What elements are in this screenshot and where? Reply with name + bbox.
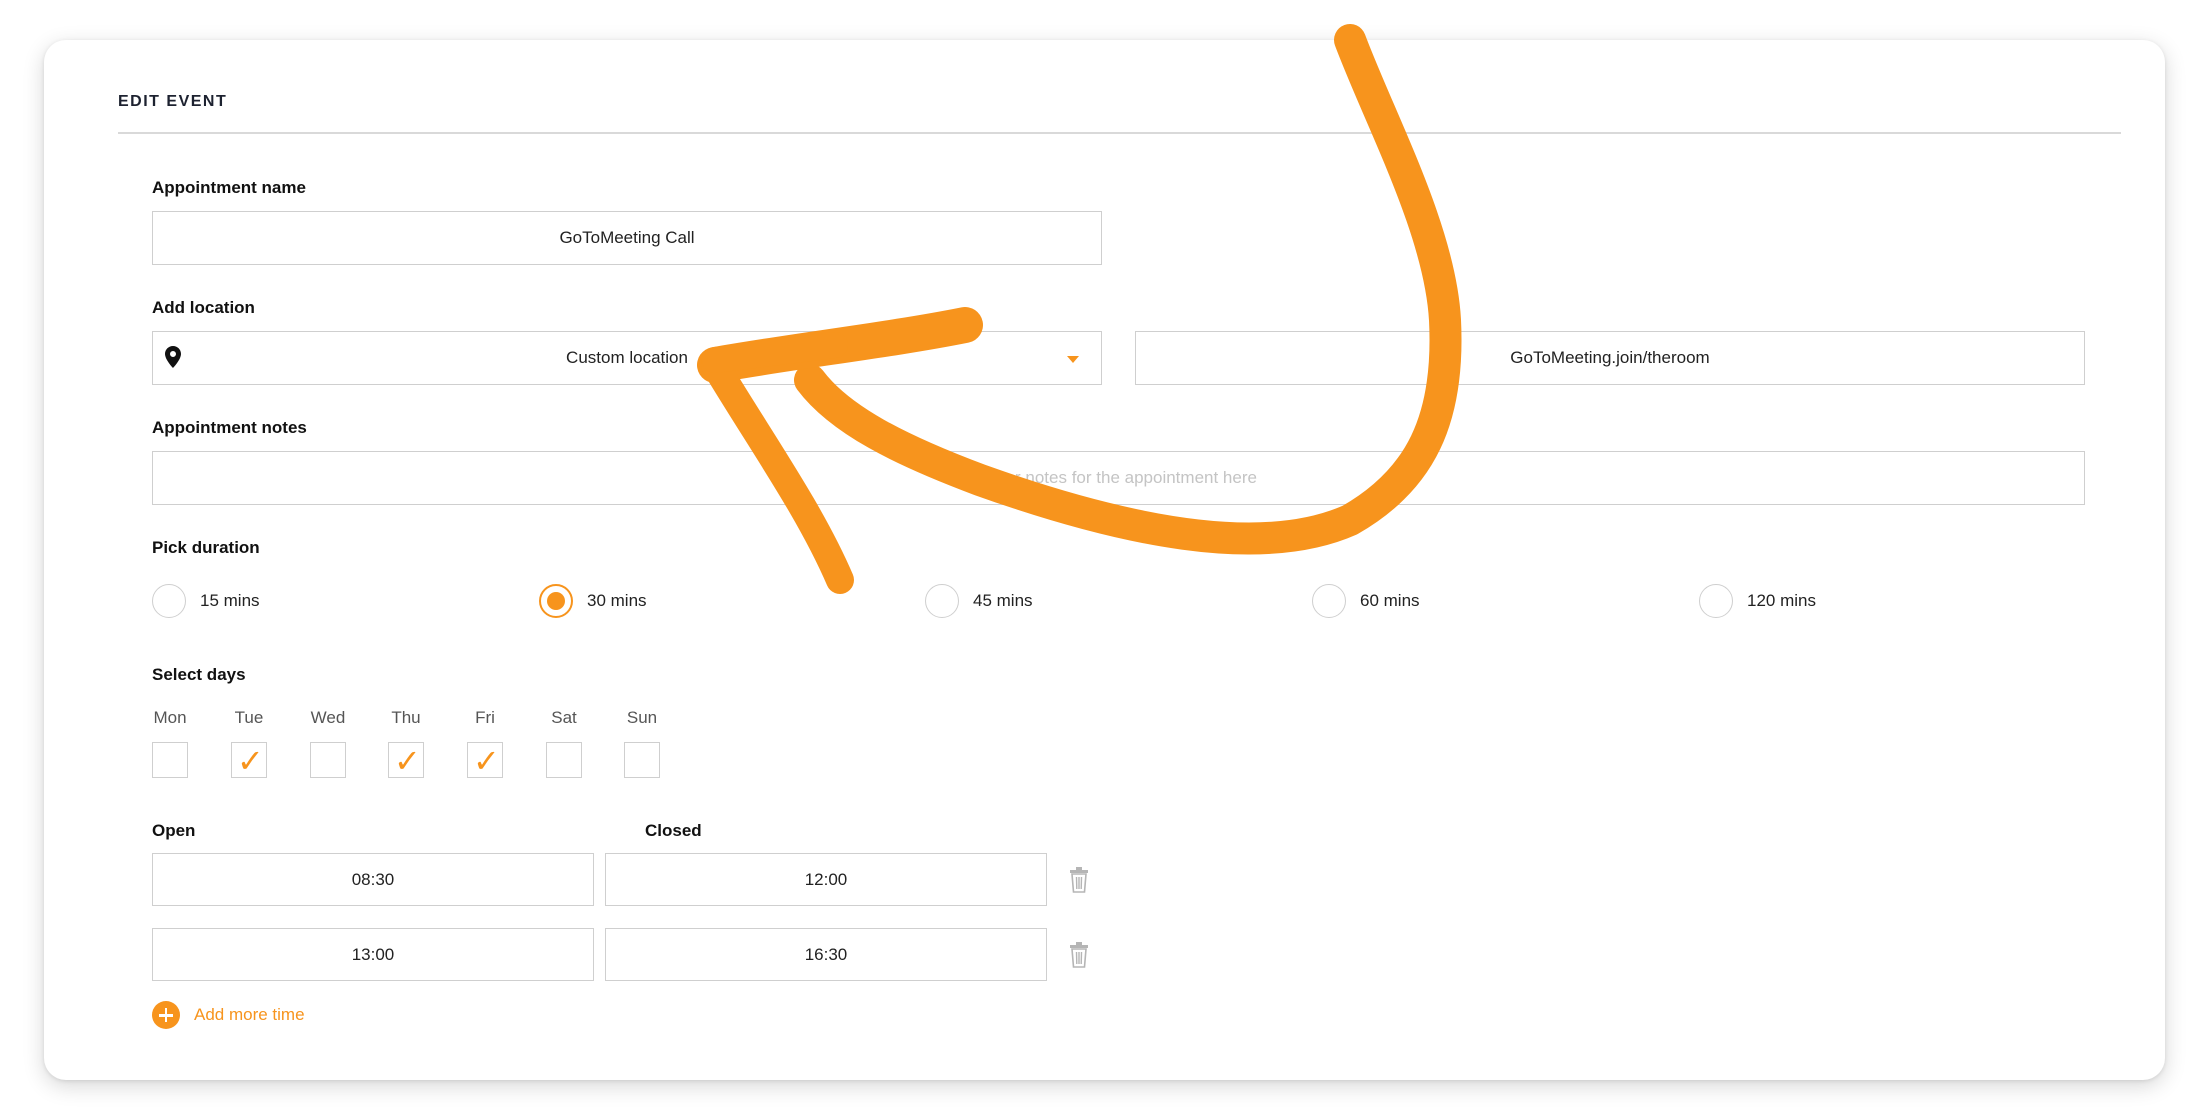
checkmark-icon: ✓ xyxy=(237,742,264,780)
location-type-value: Custom location xyxy=(566,348,688,367)
checkmark-icon: ✓ xyxy=(473,742,500,780)
appointment-name-input[interactable]: GoToMeeting Call xyxy=(152,211,1102,265)
trash-icon[interactable] xyxy=(1069,867,1089,893)
day-checkbox[interactable] xyxy=(310,742,346,778)
add-more-time-label: Add more time xyxy=(194,1005,305,1024)
page-title: EDIT EVENT xyxy=(118,93,228,110)
day-label: Tue xyxy=(234,708,264,727)
duration-label: 45 mins xyxy=(973,591,1033,610)
location-type-select[interactable]: Custom location xyxy=(152,331,1102,385)
open-label: Open xyxy=(152,821,196,840)
select-days-label: Select days xyxy=(152,665,246,684)
duration-option-120[interactable]: 120 mins xyxy=(1699,584,1816,618)
closed-time-input[interactable]: 12:00 xyxy=(605,853,1047,906)
custom-location-value: GoToMeeting.join/theroom xyxy=(1510,348,1710,367)
trash-icon[interactable] xyxy=(1069,942,1089,968)
duration-label: 15 mins xyxy=(200,591,260,610)
day-checkbox[interactable] xyxy=(152,742,188,778)
day-thu[interactable]: Thu ✓ xyxy=(388,708,424,778)
plus-circle-icon xyxy=(152,1001,180,1029)
open-time-value: 13:00 xyxy=(351,944,395,964)
appointment-notes-label: Appointment notes xyxy=(152,418,307,437)
title-divider xyxy=(118,132,2121,134)
appointment-name-value: GoToMeeting Call xyxy=(559,228,695,247)
day-checkbox[interactable]: ✓ xyxy=(231,742,267,778)
day-label: Sat xyxy=(551,708,577,727)
duration-option-60[interactable]: 60 mins xyxy=(1312,584,1420,618)
day-label: Wed xyxy=(310,708,346,727)
day-checkbox[interactable]: ✓ xyxy=(467,742,503,778)
duration-option-45[interactable]: 45 mins xyxy=(925,584,1033,618)
open-time-value: 08:30 xyxy=(351,869,395,889)
day-checkbox[interactable] xyxy=(546,742,582,778)
pick-duration-label: Pick duration xyxy=(152,538,260,557)
day-label: Fri xyxy=(475,708,495,727)
closed-time-value: 12:00 xyxy=(804,869,848,889)
radio-button[interactable] xyxy=(1312,584,1346,618)
closed-time-value: 16:30 xyxy=(804,944,848,964)
notes-placeholder: Enter notes for the appointment here xyxy=(980,468,1257,487)
open-time-input[interactable]: 13:00 xyxy=(152,928,594,981)
duration-option-30[interactable]: 30 mins xyxy=(539,584,647,618)
closed-label: Closed xyxy=(645,821,702,840)
day-sun[interactable]: Sun xyxy=(624,708,660,778)
chevron-down-icon xyxy=(1067,356,1079,363)
day-mon[interactable]: Mon xyxy=(152,708,188,778)
radio-button-selected[interactable] xyxy=(539,584,573,618)
day-label: Thu xyxy=(391,708,421,727)
radio-button[interactable] xyxy=(152,584,186,618)
radio-button[interactable] xyxy=(1699,584,1733,618)
day-checkbox[interactable]: ✓ xyxy=(388,742,424,778)
duration-option-15[interactable]: 15 mins xyxy=(152,584,260,618)
day-tue[interactable]: Tue ✓ xyxy=(231,708,267,778)
edit-event-card xyxy=(44,40,2165,1080)
open-time-input[interactable]: 08:30 xyxy=(152,853,594,906)
day-wed[interactable]: Wed xyxy=(310,708,346,778)
closed-time-input[interactable]: 16:30 xyxy=(605,928,1047,981)
duration-label: 120 mins xyxy=(1747,591,1816,610)
add-more-time-button[interactable]: Add more time xyxy=(152,1001,305,1029)
duration-label: 60 mins xyxy=(1360,591,1420,610)
add-location-label: Add location xyxy=(152,298,255,317)
day-fri[interactable]: Fri ✓ xyxy=(467,708,503,778)
day-label: Mon xyxy=(153,708,187,727)
day-sat[interactable]: Sat xyxy=(546,708,582,778)
day-checkbox[interactable] xyxy=(624,742,660,778)
custom-location-input[interactable]: GoToMeeting.join/theroom xyxy=(1135,331,2085,385)
checkmark-icon: ✓ xyxy=(394,742,421,780)
duration-label: 30 mins xyxy=(587,591,647,610)
appointment-name-label: Appointment name xyxy=(152,178,306,197)
radio-button[interactable] xyxy=(925,584,959,618)
map-pin-icon xyxy=(165,346,181,368)
day-label: Sun xyxy=(626,708,658,727)
appointment-notes-input[interactable]: Enter notes for the appointment here xyxy=(152,451,2085,505)
